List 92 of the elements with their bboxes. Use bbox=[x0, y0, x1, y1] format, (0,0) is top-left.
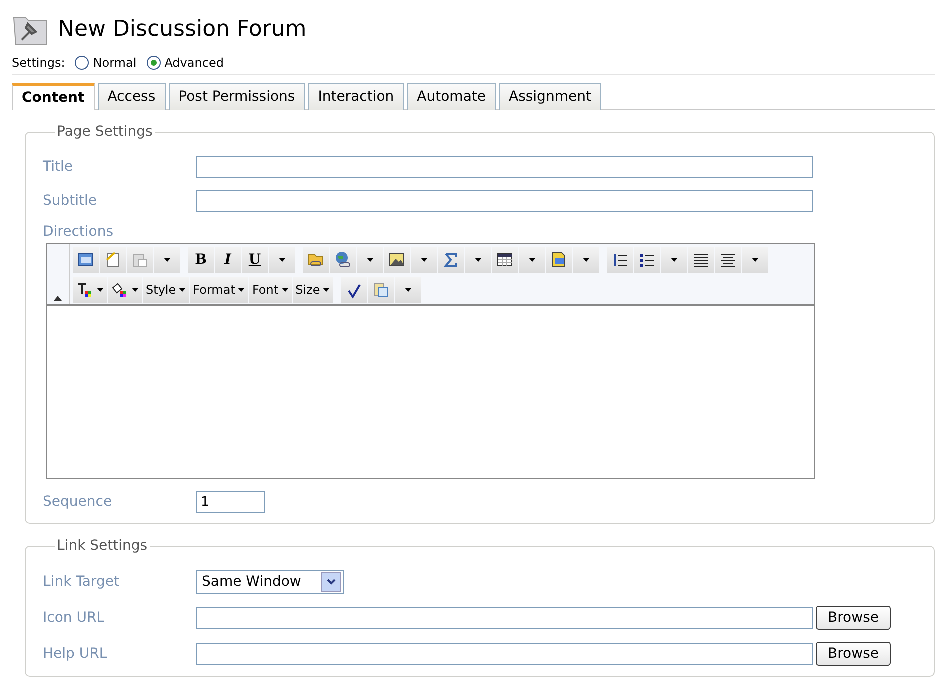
page-title: New Discussion Forum bbox=[58, 16, 307, 42]
input-field[interactable] bbox=[196, 190, 813, 212]
caret-icon bbox=[474, 258, 482, 262]
style-dropdown[interactable]: Format bbox=[190, 277, 248, 303]
format-button[interactable]: B bbox=[188, 247, 214, 273]
text-color-button[interactable] bbox=[73, 277, 107, 303]
caret-icon bbox=[97, 288, 104, 292]
caret-icon bbox=[528, 258, 536, 262]
caret-icon bbox=[404, 288, 412, 292]
dropdown-button[interactable] bbox=[357, 247, 383, 273]
field-label: Link Target bbox=[43, 574, 120, 590]
dropdown-button[interactable] bbox=[154, 247, 180, 273]
input-field[interactable] bbox=[196, 156, 813, 178]
table-icon bbox=[496, 251, 514, 269]
style-dropdown[interactable]: Size bbox=[292, 277, 334, 303]
table-button[interactable] bbox=[492, 247, 518, 273]
radio-label: Advanced bbox=[164, 56, 224, 70]
source-button[interactable] bbox=[73, 247, 99, 273]
tab[interactable]: Assignment bbox=[499, 83, 602, 110]
tab[interactable]: Interaction bbox=[308, 83, 404, 110]
bullet-list-button[interactable] bbox=[634, 247, 660, 273]
dropdown-button[interactable] bbox=[661, 247, 687, 273]
sigma-icon bbox=[442, 251, 460, 269]
paint-bucket-icon bbox=[111, 281, 129, 299]
radio-label: Normal bbox=[93, 56, 137, 70]
tab[interactable]: Content bbox=[12, 83, 95, 110]
input-field[interactable] bbox=[196, 607, 813, 629]
settings-label: Settings: bbox=[12, 56, 66, 70]
format-button[interactable]: U bbox=[242, 247, 268, 273]
align-left-button[interactable] bbox=[688, 247, 714, 273]
image-button[interactable] bbox=[384, 247, 410, 273]
format-button[interactable]: I bbox=[215, 247, 241, 273]
field-label: Help URL bbox=[43, 646, 108, 662]
browse-button[interactable]: Browse bbox=[816, 642, 891, 666]
style-dropdown[interactable]: Font bbox=[249, 277, 292, 303]
input-field[interactable]: 1 bbox=[196, 491, 265, 513]
globe-link-icon bbox=[334, 251, 352, 269]
radio-button[interactable] bbox=[146, 56, 161, 70]
dropdown-button[interactable] bbox=[395, 277, 422, 303]
caret-icon bbox=[752, 258, 758, 262]
input-field[interactable] bbox=[196, 643, 813, 665]
align-left-icon bbox=[692, 251, 710, 269]
tab[interactable]: Access bbox=[98, 83, 166, 110]
media-button[interactable] bbox=[546, 247, 572, 273]
caret-icon bbox=[420, 258, 428, 262]
spellcheck-button[interactable] bbox=[341, 277, 368, 303]
caret-icon bbox=[132, 288, 139, 292]
field-label: Subtitle bbox=[43, 193, 98, 209]
collapse-icon[interactable] bbox=[54, 296, 62, 301]
caret-icon bbox=[323, 288, 330, 292]
image-icon bbox=[388, 251, 406, 269]
clipboard-button[interactable] bbox=[127, 247, 153, 273]
radio-button[interactable] bbox=[75, 56, 90, 70]
numbered-list-button[interactable] bbox=[607, 247, 633, 273]
globe-link-button[interactable] bbox=[330, 247, 356, 273]
align-center-button[interactable] bbox=[715, 247, 741, 273]
select-field[interactable]: Same Window bbox=[196, 570, 344, 594]
field-label: Title bbox=[43, 159, 74, 175]
dropdown-button[interactable] bbox=[573, 247, 599, 273]
caret-icon bbox=[282, 288, 289, 292]
folder-link-button[interactable] bbox=[303, 247, 329, 273]
section-legend: Link Settings bbox=[55, 538, 150, 554]
source-icon bbox=[77, 251, 95, 269]
chevron-down-icon bbox=[326, 579, 336, 585]
tab[interactable]: Post Permissions bbox=[168, 83, 306, 110]
browse-button[interactable]: Browse bbox=[816, 606, 891, 630]
section-legend: Page Settings bbox=[55, 124, 155, 140]
tab[interactable]: Automate bbox=[407, 83, 496, 110]
dropdown-button[interactable] bbox=[742, 247, 768, 273]
text-color-icon bbox=[76, 281, 94, 299]
field-label: Sequence bbox=[43, 494, 114, 510]
caret-icon bbox=[164, 258, 170, 262]
dropdown-button[interactable] bbox=[519, 247, 545, 273]
field-label: Directions bbox=[43, 224, 115, 240]
media-icon bbox=[550, 251, 568, 269]
dropdown-button[interactable] bbox=[411, 247, 437, 273]
caret-icon bbox=[366, 258, 374, 262]
style-dropdown[interactable]: Style bbox=[143, 277, 190, 303]
dropdown-button[interactable] bbox=[465, 247, 491, 273]
caret-icon bbox=[238, 288, 246, 292]
field-label: Icon URL bbox=[43, 610, 106, 626]
paste-document-button[interactable] bbox=[368, 277, 394, 303]
dropdown-button[interactable] bbox=[269, 247, 295, 273]
sigma-button[interactable] bbox=[438, 247, 464, 273]
bullet-list-icon bbox=[638, 251, 656, 269]
caret-icon bbox=[278, 258, 286, 262]
numbered-list-icon bbox=[611, 251, 629, 269]
caret-icon bbox=[179, 288, 186, 292]
caret-icon bbox=[582, 258, 590, 262]
caret-icon bbox=[670, 258, 678, 262]
align-center-icon bbox=[719, 251, 737, 269]
paste-document-icon bbox=[372, 281, 390, 299]
